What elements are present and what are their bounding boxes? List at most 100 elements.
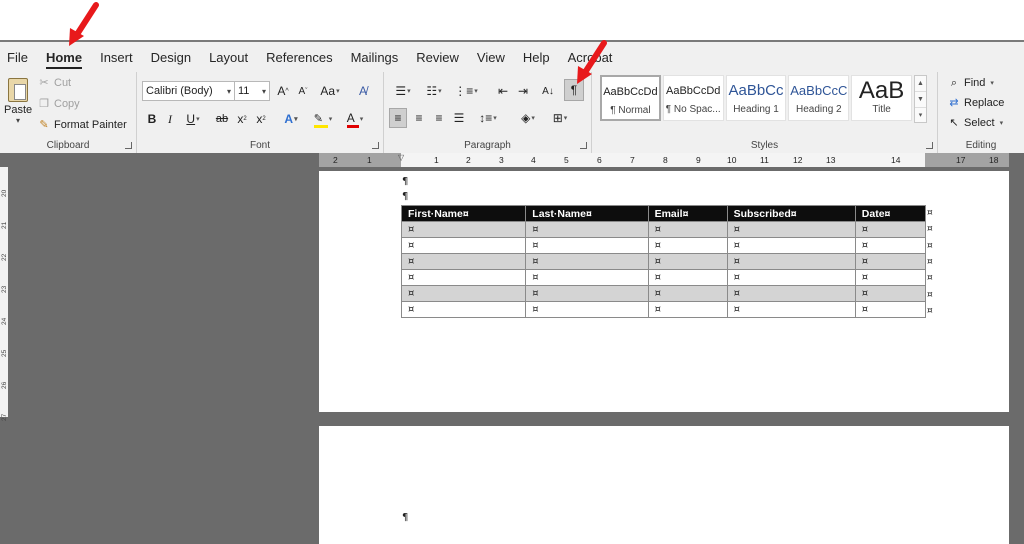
chevron-up-icon[interactable]: ▲ (915, 76, 926, 92)
table-cell[interactable]: ¤ (647, 253, 728, 270)
copy-button[interactable]: ❐ Copy (38, 95, 80, 113)
subscript-button[interactable]: x2 (234, 109, 250, 129)
text-effects-button[interactable]: A ▾ (278, 109, 304, 129)
font-size-combo[interactable]: 11 ▾ (234, 81, 270, 101)
line-spacing-button[interactable]: ↕≡ ▾ (474, 108, 502, 128)
indent-marker-icon[interactable]: ▽ (398, 153, 404, 162)
multilevel-list-button[interactable]: ⋮≡ ▾ (451, 81, 481, 101)
header-subscribed[interactable]: Subscribed¤ (726, 205, 856, 222)
table-cell[interactable]: ¤ (647, 237, 728, 254)
vertical-ruler[interactable]: 20 21 22 23 24 25 26 27 (0, 167, 8, 421)
highlight-button[interactable]: ✎ ▾ (310, 109, 336, 129)
table-cell[interactable]: ¤ (400, 237, 527, 254)
table-cell[interactable]: ¤ (525, 237, 649, 254)
table-cell[interactable]: ¤ (726, 237, 856, 254)
bold-button[interactable]: B (144, 109, 160, 129)
styles-gallery-scroll[interactable]: ▲ ▼ ▾ (914, 75, 927, 123)
font-name-combo[interactable]: Calibri (Body) ▾ (142, 81, 235, 101)
replace-button[interactable]: ⇄ Replace (948, 94, 1004, 112)
table-cell[interactable]: ¤ (854, 285, 927, 302)
table-cell[interactable]: ¤ (854, 237, 927, 254)
align-right-button[interactable]: ≡ (430, 108, 448, 128)
format-painter-button[interactable]: ✎ Format Painter (38, 116, 126, 134)
borders-button[interactable]: ⊞ ▾ (546, 108, 574, 128)
tab-insert[interactable]: Insert (100, 46, 133, 69)
paste-button[interactable]: Paste ▾ (4, 76, 32, 132)
more-styles-icon[interactable]: ▾ (915, 108, 926, 124)
dialog-launcher-icon[interactable] (926, 142, 933, 149)
numbering-button[interactable]: ☷ ▾ (420, 81, 448, 101)
tab-home[interactable]: Home (45, 46, 83, 69)
table-cell[interactable]: ¤ (647, 285, 728, 302)
tab-view[interactable]: View (477, 46, 505, 69)
tab-mailings[interactable]: Mailings (351, 46, 399, 69)
header-first-name[interactable]: First·Name¤ (400, 205, 527, 222)
table-cell[interactable]: ¤ (525, 221, 649, 238)
tab-review[interactable]: Review (416, 46, 459, 69)
style-title[interactable]: AaB Title (851, 75, 912, 121)
italic-button[interactable]: I (162, 109, 178, 129)
header-last-name[interactable]: Last·Name¤ (525, 205, 649, 222)
table-cell[interactable]: ¤ (400, 301, 527, 318)
cut-button[interactable]: ✂ Cut (38, 74, 71, 92)
header-date[interactable]: Date¤ (854, 205, 927, 222)
table-cell[interactable]: ¤ (726, 253, 856, 270)
bullets-button[interactable]: ☰ ▾ (389, 81, 417, 101)
horizontal-ruler[interactable]: 2 1 1 2 3 4 5 6 7 8 9 10 11 12 13 14 17 … (319, 153, 1009, 167)
strikethrough-button[interactable]: ab (213, 109, 231, 129)
tab-references[interactable]: References (266, 46, 332, 69)
table-cell[interactable]: ¤ (726, 285, 856, 302)
grow-font-button[interactable]: A ^ (274, 81, 292, 101)
tab-file[interactable]: File (7, 46, 28, 69)
select-button[interactable]: ↖ Select ▾ (948, 114, 1003, 132)
shrink-font-button[interactable]: Aˇ (294, 81, 312, 101)
underline-button[interactable]: U ▾ (181, 109, 205, 129)
table-cell[interactable]: ¤ (726, 221, 856, 238)
table-cell[interactable]: ¤ (525, 253, 649, 270)
dialog-launcher-icon[interactable] (372, 142, 379, 149)
font-color-button[interactable]: A ▾ (342, 109, 368, 129)
align-left-button[interactable]: ≡ (389, 108, 407, 128)
shading-button[interactable]: ◈ ▾ (514, 108, 542, 128)
header-email[interactable]: Email¤ (647, 205, 728, 222)
table-cell[interactable]: ¤ (726, 269, 856, 286)
table-cell[interactable]: ¤ (854, 269, 927, 286)
table-cell[interactable]: ¤ (525, 301, 649, 318)
table-cell[interactable]: ¤ (854, 253, 927, 270)
style-normal[interactable]: AaBbCcDd ¶ Normal (600, 75, 661, 121)
superscript-button[interactable]: x2 (253, 109, 269, 129)
tab-help[interactable]: Help (523, 46, 550, 69)
table-cell[interactable]: ¤ (400, 269, 527, 286)
table-cell[interactable]: ¤ (525, 285, 649, 302)
table-cell[interactable]: ¤ (647, 269, 728, 286)
style-heading-2[interactable]: AaBbCcC Heading 2 (788, 75, 850, 121)
ruler-label: 7 (630, 155, 635, 165)
table-cell[interactable]: ¤ (647, 301, 728, 318)
table-cell[interactable]: ¤ (726, 301, 856, 318)
table-cell[interactable]: ¤ (647, 221, 728, 238)
tab-design[interactable]: Design (151, 46, 191, 69)
table-cell[interactable]: ¤ (525, 269, 649, 286)
table-cell[interactable]: ¤ (400, 221, 527, 238)
dialog-launcher-icon[interactable] (580, 142, 587, 149)
table-cell[interactable]: ¤ (400, 285, 527, 302)
tab-layout[interactable]: Layout (209, 46, 248, 69)
dialog-launcher-icon[interactable] (125, 142, 132, 149)
decrease-indent-button[interactable]: ⇤ (494, 81, 512, 101)
decrease-indent-icon: ⇤ (497, 84, 509, 98)
table-cell[interactable]: ¤ (400, 253, 527, 270)
increase-indent-button[interactable]: ⇥ (514, 81, 532, 101)
subscriber-table[interactable]: First·Name¤ Last·Name¤ Email¤ Subscribed… (400, 205, 927, 318)
align-center-button[interactable]: ≡ (410, 108, 428, 128)
justify-button[interactable]: ☰ (450, 108, 468, 128)
sort-button[interactable]: A↓ (538, 81, 558, 101)
style-no-spacing[interactable]: AaBbCcDd ¶ No Spac... (662, 75, 724, 121)
clear-formatting-icon[interactable]: A̸ (354, 81, 372, 101)
style-heading-1[interactable]: AaBbCc Heading 1 (725, 75, 787, 121)
table-cell[interactable]: ¤ (854, 301, 927, 318)
find-button[interactable]: ⌕ Find ▾ (948, 74, 994, 92)
document-page[interactable] (319, 426, 1009, 544)
change-case-button[interactable]: Aa ▾ (318, 81, 342, 101)
table-cell[interactable]: ¤ (854, 221, 927, 238)
chevron-down-icon[interactable]: ▼ (915, 92, 926, 108)
